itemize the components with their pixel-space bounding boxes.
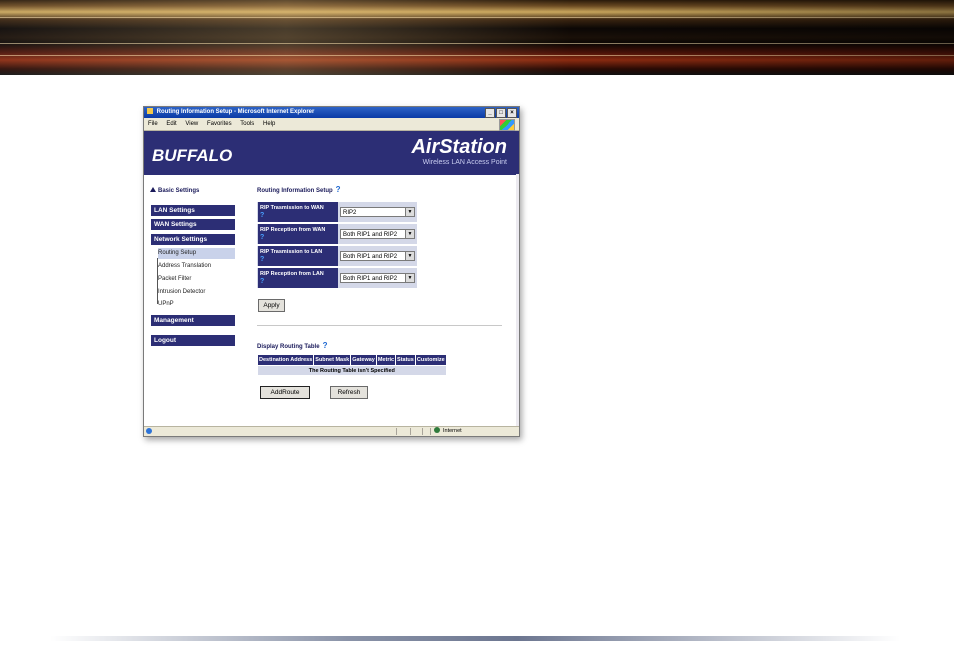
- ie-icon: [147, 108, 153, 115]
- routing-table: Destination Address Subnet Mask Gateway …: [256, 354, 447, 375]
- zone-label: Internet: [443, 428, 462, 434]
- banner-line: [0, 17, 954, 18]
- rip-tx-lan-label: RIP Trasmission to LAN: [260, 249, 323, 255]
- buffalo-logo: BUFFALO: [152, 146, 233, 165]
- rip-tx-lan-select[interactable]: Both RIP1 and RIP2 ▼: [340, 251, 415, 261]
- status-bar: Internet: [144, 426, 519, 436]
- status-divider: [422, 428, 423, 435]
- routing-table-title: Display Routing Table?: [257, 341, 327, 350]
- rip-tx-wan-value: RIP2: [343, 210, 357, 216]
- rip-rx-lan-value: Both RIP1 and RIP2: [343, 276, 398, 282]
- maximize-button[interactable]: □: [496, 108, 506, 118]
- dropdown-arrow-icon[interactable]: ▼: [405, 252, 414, 260]
- nav-lan-settings[interactable]: LAN Settings: [151, 205, 235, 216]
- col-status: Status: [395, 354, 416, 366]
- airstation-logo: AirStation: [411, 136, 507, 158]
- close-button[interactable]: ×: [507, 108, 517, 118]
- menu-tools[interactable]: Tools: [240, 121, 254, 127]
- triangle-up-icon: [150, 187, 156, 192]
- table-row: The Routing Table isn't Specified: [257, 365, 447, 375]
- nav-routing-setup[interactable]: Routing Setup: [158, 248, 235, 259]
- add-route-button[interactable]: AddRoute: [260, 386, 310, 399]
- nav-upnp[interactable]: UPnP: [158, 299, 235, 310]
- rip-row-label: RIP Reception from WAN?: [258, 224, 338, 244]
- col-destination: Destination Address: [256, 354, 315, 366]
- dropdown-arrow-icon[interactable]: ▼: [405, 208, 414, 216]
- rip-row: RIP Reception from WAN? Both RIP1 and RI…: [257, 224, 417, 244]
- page-header: BUFFALO AirStation Wireless LAN Access P…: [144, 131, 519, 175]
- nav-network-settings[interactable]: Network Settings: [151, 234, 235, 245]
- nav-logout[interactable]: Logout: [151, 335, 235, 346]
- menu-bar: File Edit View Favorites Tools Help: [144, 118, 519, 131]
- menu-favorites[interactable]: Favorites: [207, 121, 232, 127]
- nav-intrusion-detector[interactable]: Intrusion Detector: [158, 287, 235, 298]
- rip-rx-wan-select[interactable]: Both RIP1 and RIP2 ▼: [340, 229, 415, 239]
- status-divider: [396, 428, 397, 435]
- status-divider: [430, 428, 431, 435]
- rip-tx-wan-select[interactable]: RIP2 ▼: [340, 207, 415, 217]
- rip-tx-wan-label: RIP Trasmission to WAN: [260, 205, 324, 211]
- banner-line: [0, 55, 954, 56]
- rip-rx-wan-label: RIP Reception from WAN: [260, 227, 326, 233]
- rip-row: RIP Reception from LAN? Both RIP1 and RI…: [257, 268, 417, 288]
- help-icon[interactable]: ?: [323, 341, 328, 350]
- bottom-divider: [50, 636, 900, 641]
- globe-icon: [434, 427, 440, 433]
- window-title: Routing Information Setup - Microsoft In…: [156, 109, 315, 115]
- dropdown-arrow-icon[interactable]: ▼: [405, 230, 414, 238]
- nav-management[interactable]: Management: [151, 315, 235, 326]
- windows-logo-icon: [499, 119, 515, 131]
- rip-row: RIP Trasmission to LAN? Both RIP1 and RI…: [257, 246, 417, 266]
- help-icon[interactable]: ?: [260, 212, 338, 219]
- rip-row-label: RIP Trasmission to LAN?: [258, 246, 338, 266]
- help-icon[interactable]: ?: [336, 185, 341, 194]
- browser-window: Routing Information Setup - Microsoft In…: [143, 106, 520, 437]
- help-icon[interactable]: ?: [260, 256, 338, 263]
- nav-wan-settings[interactable]: WAN Settings: [151, 219, 235, 230]
- col-metric: Metric: [375, 354, 397, 366]
- nav-packet-filter[interactable]: Packet Filter: [158, 274, 235, 285]
- apply-button[interactable]: Apply: [258, 299, 285, 312]
- rip-rx-lan-select[interactable]: Both RIP1 and RIP2 ▼: [340, 273, 415, 283]
- decorative-banner: [0, 0, 954, 75]
- col-gateway: Gateway: [350, 354, 377, 366]
- routing-section-title: Routing Information Setup?: [257, 185, 341, 194]
- refresh-button[interactable]: Refresh: [330, 386, 368, 399]
- routing-table-title-text: Display Routing Table: [257, 344, 320, 350]
- banner-line: [0, 43, 954, 44]
- basic-settings-label: Basic Settings: [158, 188, 200, 194]
- routing-title: Routing Information Setup: [257, 188, 333, 194]
- dropdown-arrow-icon[interactable]: ▼: [405, 274, 414, 282]
- empty-table-message: The Routing Table isn't Specified: [257, 365, 447, 375]
- col-subnet-mask: Subnet Mask: [313, 354, 352, 366]
- table-header-row: Destination Address Subnet Mask Gateway …: [256, 354, 447, 366]
- help-icon[interactable]: ?: [260, 234, 338, 241]
- rip-rx-wan-value: Both RIP1 and RIP2: [343, 232, 398, 238]
- rip-rx-lan-label: RIP Reception from LAN: [260, 271, 324, 277]
- menu-edit[interactable]: Edit: [166, 121, 176, 127]
- window-titlebar: Routing Information Setup - Microsoft In…: [144, 107, 519, 118]
- help-icon[interactable]: ?: [260, 278, 338, 285]
- col-customize: Customize: [414, 354, 447, 366]
- security-zone: Internet: [434, 427, 462, 436]
- nav-address-translation[interactable]: Address Translation: [158, 261, 235, 272]
- status-divider: [410, 428, 411, 435]
- rip-row-label: RIP Trasmission to WAN?: [258, 202, 338, 222]
- menu-help[interactable]: Help: [263, 121, 275, 127]
- rip-row: RIP Trasmission to WAN? RIP2 ▼: [257, 202, 417, 222]
- scrollbar[interactable]: [516, 174, 519, 426]
- divider: [257, 325, 502, 326]
- page-status-icon: [146, 428, 152, 434]
- rip-row-label: RIP Reception from LAN?: [258, 268, 338, 288]
- page-content: Basic Settings LAN Settings WAN Settings…: [144, 174, 516, 426]
- rip-tx-lan-value: Both RIP1 and RIP2: [343, 254, 398, 260]
- basic-settings-link[interactable]: Basic Settings: [150, 187, 199, 194]
- menu-file[interactable]: File: [148, 121, 158, 127]
- minimize-button[interactable]: _: [485, 108, 495, 118]
- product-subtitle: Wireless LAN Access Point: [422, 159, 507, 166]
- menu-view[interactable]: View: [185, 121, 198, 127]
